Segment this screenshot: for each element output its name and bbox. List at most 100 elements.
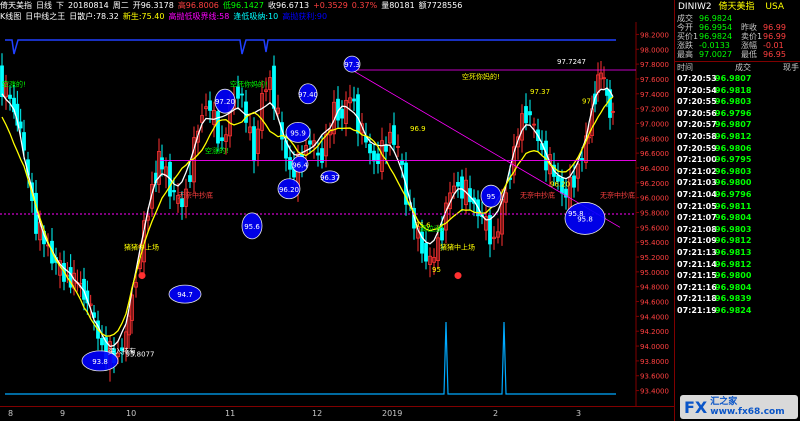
price-bubble-label: 96.4: [292, 161, 308, 169]
title-bar-item: 倚天美指: [0, 1, 32, 10]
price-axis-label: 96.2000: [640, 180, 669, 188]
price-axis-label: 95.6000: [640, 224, 669, 232]
candle-body: [460, 176, 464, 199]
quote-value-2: [763, 14, 797, 23]
price-axis-label: 95.0000: [640, 269, 669, 277]
candle-body: [288, 157, 292, 170]
tick-row[interactable]: 07:21:08 96.9803: [675, 224, 800, 236]
ticks-header-price: 成交: [735, 63, 751, 72]
price-axis-label: 97.2000: [640, 106, 669, 114]
quote-label-2: 昨收: [741, 23, 757, 32]
price-bubble-label: 97.40: [298, 91, 318, 99]
tick-list[interactable]: 07:20:53 96.9807 07:20:54 96.9818 07:20:55 96…: [675, 73, 800, 316]
title-bar-item: 0.37%: [351, 1, 378, 10]
symbol-code: DINIW2: [678, 2, 712, 12]
time-axis: 8 9 10 11 12 2019 2 3: [0, 406, 674, 421]
chart-annotation: 无奈中抄底: [178, 191, 213, 200]
time-axis-label: 10: [126, 409, 137, 418]
time-axis-label: 12: [312, 409, 323, 418]
tick-time: 07:21:07: [677, 213, 717, 223]
candle-body: [376, 153, 380, 164]
price-axis-label: 95.8000: [640, 210, 669, 218]
tick-row[interactable]: 07:21:16 96.9804: [675, 282, 800, 294]
price-axis-label: 96.4000: [640, 165, 669, 173]
price-axis-label: 97.6000: [640, 76, 669, 84]
candle-body: [8, 94, 12, 99]
tick-row[interactable]: 07:21:14 96.9812: [675, 259, 800, 271]
tick-row[interactable]: 07:21:00 96.9795: [675, 154, 800, 166]
time-axis-label: 2019: [382, 409, 403, 418]
tick-row[interactable]: 07:20:55 96.9803: [675, 96, 800, 108]
quote-label: 买价1: [677, 32, 699, 41]
tick-time: 07:20:59: [677, 143, 717, 153]
candle-body: [456, 181, 460, 187]
quote-panel: DINIW2 倚天美指 USA 成交 96.9824 今开 96.9954 昨收 96.9…: [674, 0, 800, 421]
tick-row[interactable]: 07:21:05 96.9811: [675, 201, 800, 213]
tick-row[interactable]: 07:20:54 96.9818: [675, 85, 800, 97]
tick-price: 96.9806: [715, 143, 752, 153]
candlestick-chart[interactable]: 98.2000 98.0000 97.8000 97.6000 97.4000 97.20…: [0, 22, 674, 406]
market-label: USA: [765, 2, 784, 12]
chart-annotation: 97.7247: [557, 58, 586, 66]
chart-annotation: 空涨的!: [205, 146, 229, 155]
chart-annotation: 买入持有: [108, 346, 136, 355]
tick-row[interactable]: 07:20:59 96.9806: [675, 143, 800, 155]
price-bubble-label: 95.9: [290, 129, 306, 137]
tick-row[interactable]: 07:20:53 96.9807: [675, 73, 800, 85]
title-bar-item: 下: [56, 1, 64, 10]
tick-row[interactable]: 07:21:19 96.9824: [675, 305, 800, 317]
candle-body: [216, 111, 220, 144]
time-axis-label: 9: [60, 409, 66, 418]
price-axis-label: 93.4000: [640, 388, 669, 396]
tick-row[interactable]: 07:20:57 96.9807: [675, 119, 800, 131]
quote-value: 96.9824: [699, 32, 733, 41]
price-bubble-label: 94.7: [177, 291, 193, 299]
tick-row[interactable]: 07:21:09 96.9812: [675, 235, 800, 247]
quote-header: DINIW2 倚天美指 USA: [675, 0, 800, 14]
tick-time: 07:21:02: [677, 166, 717, 176]
tick-row[interactable]: 07:20:56 96.9796: [675, 108, 800, 120]
price-axis-label: 93.6000: [640, 373, 669, 381]
price-chart-area[interactable]: 98.2000 98.0000 97.8000 97.6000 97.4000 97.20…: [0, 22, 674, 406]
indicator-bar: K线图 日中线之王 日散户:78.32 新生:75.40 高抛低吸界线:58 逢低吸纳:1…: [0, 11, 674, 22]
price-bubble-label: 97.20: [215, 98, 235, 106]
tick-time: 07:21:19: [677, 305, 717, 315]
candle-body: [308, 140, 312, 145]
chart-annotation: 空死你妈的!: [462, 72, 500, 81]
tick-price: 96.9813: [715, 247, 752, 257]
top-indicator-line: [5, 39, 616, 55]
indicator-item: 逢低吸纳:10: [233, 12, 279, 21]
candle-body: [240, 93, 244, 96]
price-axis-label: 97.0000: [640, 120, 669, 128]
candle-body: [316, 152, 320, 156]
tick-row[interactable]: 07:21:15 96.9800: [675, 270, 800, 282]
tick-price: 96.9803: [715, 97, 752, 107]
watermark-text2: www.fx68.com: [710, 407, 785, 417]
tick-row[interactable]: 07:21:04 96.9796: [675, 189, 800, 201]
price-bubble-label: 97.3: [344, 61, 360, 69]
quote-value-2: 96.99: [763, 23, 786, 32]
price-axis-label: 95.4000: [640, 239, 669, 247]
title-bar-item: 周二: [112, 1, 129, 10]
price-axis-label: 96.8000: [640, 135, 669, 143]
tick-row[interactable]: 07:21:03 96.9800: [675, 177, 800, 189]
tick-row[interactable]: 07:21:13 96.9813: [675, 247, 800, 259]
tick-price: 96.9812: [715, 259, 752, 269]
chart-annotation: 空涨的!: [2, 79, 26, 88]
tick-row[interactable]: 07:21:18 96.9839: [675, 293, 800, 305]
tick-row[interactable]: 07:21:07 96.9804: [675, 212, 800, 224]
title-bar-item: +0.3529: [313, 1, 348, 10]
indicator-item: 日散户:78.32: [69, 12, 119, 21]
tick-row[interactable]: 07:20:58 96.9812: [675, 131, 800, 143]
tick-price: 96.9803: [715, 224, 752, 234]
watermark-text1: 汇之家: [710, 397, 738, 407]
candle-body: [605, 89, 609, 96]
candle-body: [524, 106, 528, 124]
tick-price: 96.9804: [715, 213, 752, 223]
title-bar: 倚天美指 日线下 20180814 周二 开96.3178 高96.8006 低96.142…: [0, 0, 674, 11]
title-bar-item: 量80181: [381, 1, 415, 10]
quote-value: -0.0133: [699, 41, 730, 50]
indicator-item: 高抛低吸界线:58: [168, 12, 230, 21]
tick-row[interactable]: 07:21:02 96.9803: [675, 166, 800, 178]
candle-body: [272, 65, 276, 109]
